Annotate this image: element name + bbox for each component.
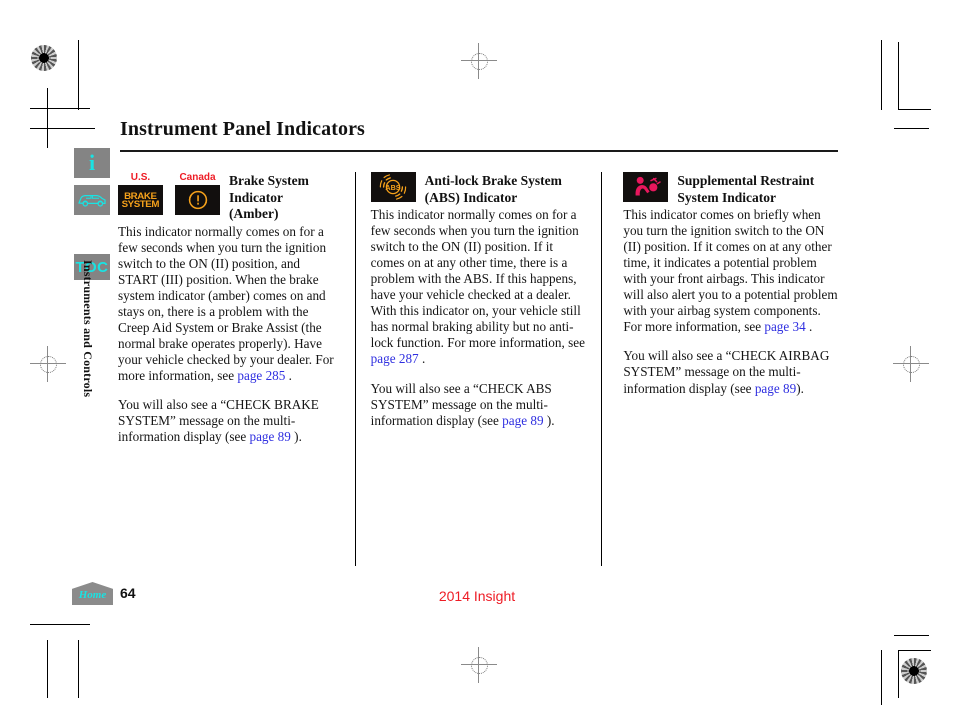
indicator-title-line: Brake System [229, 173, 309, 188]
crop-line [30, 624, 90, 625]
indicator-title-line: Supplemental Restraint [677, 173, 815, 188]
indicator-icon-group: U.S. BRAKE SYSTEM Canada [118, 172, 220, 215]
paragraph: This indicator comes on briefly when you… [623, 207, 840, 335]
crop-line [47, 640, 48, 698]
text-run: . [285, 368, 292, 384]
text-run: . [418, 351, 426, 367]
crop-line [78, 640, 79, 698]
srs-indicator-icon [623, 172, 669, 202]
registration-dot-bottom-right [901, 658, 927, 684]
srs-airbag-icon [635, 176, 661, 196]
page-title: Instrument Panel Indicators [120, 118, 365, 140]
svg-text:ABS: ABS [386, 183, 401, 192]
crop-line [47, 88, 48, 148]
crop-line [881, 40, 882, 110]
paragraph: You will also see a “CHECK ABS SYSTEM” m… [371, 381, 588, 429]
registration-crosshair-left [30, 346, 66, 382]
paragraph: This indicator normally comes on for a f… [371, 207, 588, 367]
manual-page: i TOC Instruments and Controls Instrumen… [0, 0, 954, 710]
title-divider [120, 150, 838, 152]
indicator-title-line: (Amber) [229, 206, 279, 222]
crop-line [898, 42, 899, 110]
indicator-icon-group: ABS [370, 172, 416, 202]
crop-line [894, 128, 929, 129]
crop-line [30, 108, 90, 109]
info-icon: i [88, 150, 96, 175]
sidebar: i TOC Instruments and Controls [74, 148, 110, 397]
abs-icon: ABS [379, 174, 407, 200]
locale-canada: Canada [175, 172, 220, 215]
indicator-title: Brake System Indicator (Amber) [229, 172, 309, 223]
text-run: This indicator normally comes on for a f… [118, 223, 334, 384]
page-reference-link[interactable]: page 89 [755, 381, 796, 396]
locale-label-us: U.S. [130, 172, 151, 183]
paragraph: This indicator normally comes on for a f… [118, 224, 335, 384]
car-icon [78, 195, 106, 207]
indicator-body: This indicator normally comes on for a f… [118, 224, 335, 445]
text-run: ). [290, 429, 302, 445]
page-reference-link[interactable]: page 285 [237, 368, 285, 383]
paragraph: You will also see a “CHECK AIRBAG SYSTEM… [623, 348, 840, 396]
brake-glyph-line-2: SYSTEM [121, 199, 160, 209]
indicator-column-srs: Supplemental Restraint System Indicator … [605, 172, 840, 445]
text-run: ). [796, 380, 804, 396]
indicator-column-brake-system: U.S. BRAKE SYSTEM Canada Brake System In… [118, 172, 335, 445]
text-run: . [805, 319, 813, 335]
crop-line [898, 109, 931, 110]
indicator-title-line: Indicator [229, 189, 283, 205]
indicator-title-line: Anti-lock Brake System [424, 173, 562, 188]
model-year-label: 2014 Insight [438, 588, 516, 604]
indicator-header: U.S. BRAKE SYSTEM Canada Brake System In… [118, 172, 335, 223]
crop-line [894, 635, 929, 636]
indicator-title-line: (ABS) Indicator [424, 189, 518, 205]
page-reference-link[interactable]: page 34 [764, 319, 805, 334]
locale-us: U.S. BRAKE SYSTEM [118, 172, 163, 215]
indicator-title-line: System Indicator [677, 189, 776, 205]
text-run: This indicator normally comes on for a f… [370, 207, 585, 351]
indicator-header: Supplemental Restraint System Indicator [623, 172, 840, 206]
indicator-title: Anti-lock Brake System (ABS) Indicator [425, 172, 562, 206]
crop-line [30, 128, 95, 129]
registration-crosshair-bottom [461, 647, 497, 683]
indicator-header: ABS Anti-lock Brake System (ABS) Indicat… [370, 172, 588, 206]
sidebar-item-info[interactable]: i [74, 148, 110, 178]
text-run: This indicator comes on briefly when you… [623, 207, 838, 335]
text-run: ). [543, 412, 555, 428]
content-columns: U.S. BRAKE SYSTEM Canada Brake System In… [118, 172, 840, 445]
section-tab-label: Instruments and Controls [81, 260, 95, 398]
crop-line [78, 40, 79, 110]
indicator-title: Supplemental Restraint System Indicator [677, 172, 814, 206]
brake-system-indicator-icon: BRAKE SYSTEM [118, 185, 163, 215]
indicator-body: This indicator normally comes on for a f… [371, 207, 588, 428]
locale-label-canada: Canada [179, 172, 216, 183]
circle-exclamation-icon [188, 190, 207, 210]
sidebar-item-vehicle[interactable] [74, 185, 110, 215]
brake-warning-circle-icon [175, 185, 220, 215]
indicator-body: This indicator comes on briefly when you… [623, 207, 840, 396]
indicator-icon-group [623, 172, 669, 202]
crop-line [881, 650, 882, 705]
registration-crosshair-top [461, 43, 497, 79]
page-reference-link[interactable]: page 287 [371, 351, 419, 366]
registration-dot-top-left [31, 45, 57, 71]
crop-line [898, 650, 899, 698]
registration-crosshair-right [893, 346, 929, 382]
paragraph: You will also see a “CHECK BRAKE SYSTEM”… [118, 397, 335, 445]
abs-indicator-icon: ABS [370, 172, 416, 202]
page-reference-link[interactable]: page 89 [502, 413, 543, 428]
indicator-column-abs: ABS Anti-lock Brake System (ABS) Indicat… [353, 172, 588, 445]
crop-line [898, 650, 931, 651]
page-reference-link[interactable]: page 89 [249, 429, 290, 444]
